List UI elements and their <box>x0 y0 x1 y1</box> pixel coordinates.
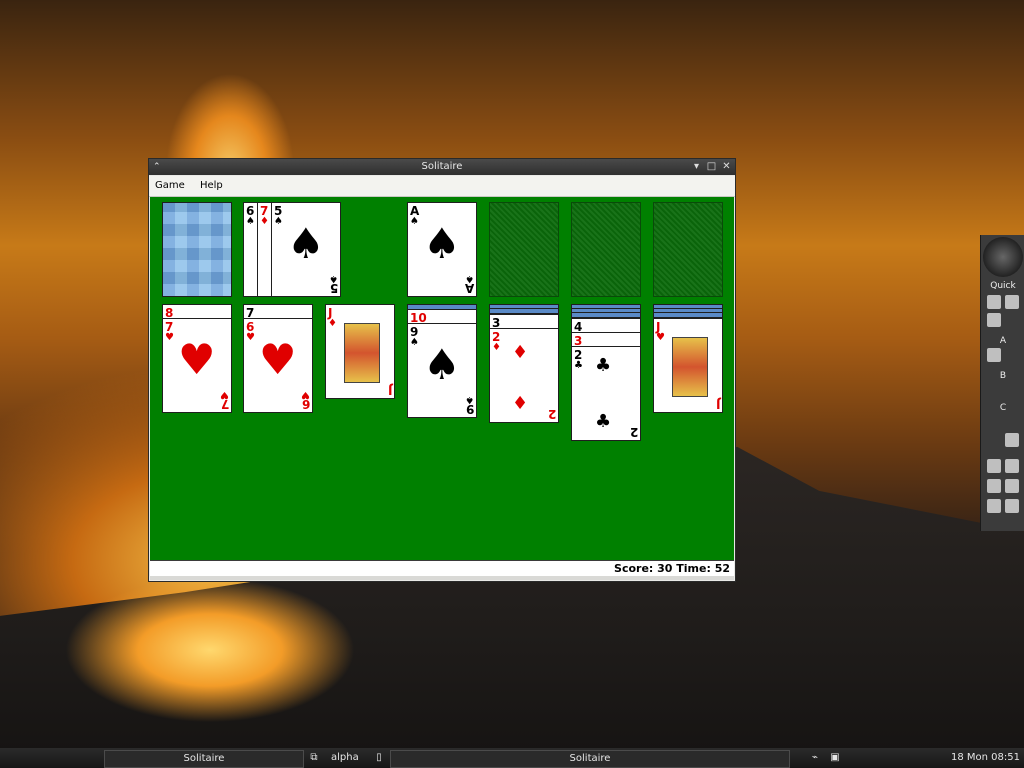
dock-label-b: B <box>999 371 1007 381</box>
solitaire-window: ⌃ Solitaire ▾ □ ✕ Game Help 6 ♠ 7 ♦ 5 ♠ … <box>148 158 736 582</box>
maximize-icon[interactable]: □ <box>705 160 718 173</box>
utility-icon-5[interactable] <box>987 499 1001 513</box>
score-time: Score: 30 Time: 52 <box>614 562 730 575</box>
utility-icon-6[interactable] <box>1005 499 1019 513</box>
utility-icon-3[interactable] <box>987 479 1001 493</box>
dock-label-a: A <box>999 336 1007 346</box>
taskbar-clock: 18 Mon 08:51 <box>951 752 1020 763</box>
tableau-6-card-3-pip-bottom: ♣ <box>595 411 612 432</box>
tableau-7-card-1[interactable]: J ♥ J <box>653 318 723 413</box>
tableau-5-card-2-suit: ♦ <box>492 342 501 353</box>
window-titlebar[interactable]: ⌃ Solitaire ▾ □ ✕ <box>149 159 735 175</box>
network-icon[interactable] <box>1005 433 1019 447</box>
menu-help[interactable]: Help <box>194 176 229 196</box>
waste-card-top-suit: ♠ <box>274 216 283 227</box>
tableau-6-card-3-pip-top: ♣ <box>595 355 612 376</box>
tableau-7-card-1-rank-corner: J <box>715 397 720 411</box>
taskbar: Solitaire ⧉ alpha ▯ Solitaire ⌁ ▣ 18 Mon… <box>0 748 1024 768</box>
waste-card-top-suit-corner: ♠ <box>329 273 338 284</box>
tableau-2-card-2[interactable]: 6 ♥ ♥ 6 ♥ <box>243 318 313 413</box>
tableau-1-card-2-suit-corner: ♥ <box>220 389 229 400</box>
taskbar-window-solitaire-left[interactable]: Solitaire <box>104 750 304 768</box>
foundation-1-suit-corner: ♠ <box>465 273 474 284</box>
close-icon[interactable]: ✕ <box>720 160 733 173</box>
jack-face-art <box>344 323 380 383</box>
waste-card-1-suit: ♠ <box>246 216 255 227</box>
workspace-name[interactable]: alpha <box>331 750 366 766</box>
foundation-1-symbol: ♠ <box>423 219 461 268</box>
tableau-4-card-2-suit-corner: ♠ <box>465 394 474 405</box>
dock-label-quick: Quick <box>990 281 1016 291</box>
tableau-6-card-3-suit: ♣ <box>574 360 583 371</box>
waste-card-top[interactable]: 5 ♠ ♠ 5 ♠ <box>271 202 341 297</box>
tableau-2-card-2-symbol: ♥ <box>259 335 297 384</box>
utility-icon-1[interactable] <box>987 459 1001 473</box>
tableau-6-card-3[interactable]: 2 ♣ ♣ ♣ 2 <box>571 346 641 441</box>
foundation-1-card[interactable]: A ♠ ♠ A ♠ <box>407 202 477 297</box>
taskbar-window-solitaire-center[interactable]: Solitaire <box>390 750 790 768</box>
foundation-1-suit: ♠ <box>410 216 419 227</box>
minimize-icon[interactable]: ▾ <box>690 160 703 173</box>
foundation-3-slot[interactable] <box>571 202 641 297</box>
tableau-5-card-2-pip-top: ♦ <box>512 342 529 363</box>
tray-display-icon[interactable]: ▣ <box>827 750 843 766</box>
statusbar: Score: 30 Time: 52 <box>150 560 734 576</box>
tableau-2-card-2-suit-corner: ♥ <box>301 389 310 400</box>
window-title: Solitaire <box>421 161 463 172</box>
window-bottom-edge <box>150 576 734 580</box>
media-icon[interactable] <box>987 313 1001 327</box>
background-fire <box>20 560 400 740</box>
tableau-2-card-2-suit: ♥ <box>246 332 255 343</box>
utility-icon-2[interactable] <box>1005 459 1019 473</box>
tableau-5-card-2[interactable]: 2 ♦ ♦ ♦ 2 <box>489 328 559 423</box>
foundation-2-slot[interactable] <box>489 202 559 297</box>
tableau-3-card-1-suit: ♦ <box>328 318 337 329</box>
tableau-3-card-1-rank-corner: J <box>387 383 392 397</box>
phone-icon[interactable]: ▯ <box>372 750 386 766</box>
tableau-5-card-2-rank-corner: 2 <box>547 407 556 421</box>
waste-card-top-symbol: ♠ <box>287 219 325 268</box>
jack-hearts-face-art <box>672 337 708 397</box>
tableau-4-card-2[interactable]: 9 ♠ ♠ 9 ♠ <box>407 323 477 418</box>
menubar: Game Help <box>149 176 735 197</box>
utility-icon-4[interactable] <box>1005 479 1019 493</box>
tableau-5-card-2-pip-bottom: ♦ <box>512 393 529 414</box>
files-icon[interactable] <box>1005 295 1019 309</box>
window-menu-icon[interactable]: ⌃ <box>153 159 161 175</box>
tableau-4-card-2-suit: ♠ <box>410 337 419 348</box>
right-dock: Quick A B C <box>980 235 1024 531</box>
stock-deck[interactable] <box>162 202 232 297</box>
browser-icon[interactable] <box>987 295 1001 309</box>
waste-card-2-suit: ♦ <box>260 216 269 227</box>
tableau-3-card-1[interactable]: J ♦ J <box>325 304 395 399</box>
menu-game[interactable]: Game <box>149 176 191 196</box>
tableau-1-card-2-symbol: ♥ <box>178 335 216 384</box>
tray-network-icon[interactable]: ⌁ <box>807 750 823 766</box>
solitaire-launcher-icon[interactable] <box>987 348 1001 362</box>
tableau-1-card-2-suit: ♥ <box>165 332 174 343</box>
foundation-4-slot[interactable] <box>653 202 723 297</box>
tableau-4-card-2-symbol: ♠ <box>423 340 461 389</box>
dock-label-c: C <box>999 403 1007 413</box>
tableau-1-card-2[interactable]: 7 ♥ ♥ 7 ♥ <box>162 318 232 413</box>
tableau-7-card-1-suit: ♥ <box>656 332 665 343</box>
game-felt: 6 ♠ 7 ♦ 5 ♠ ♠ 5 ♠ A ♠ ♠ A ♠ 8 7 ♥ ♥ 7 ♥ … <box>150 197 734 560</box>
clock-icon[interactable] <box>983 237 1023 277</box>
tableau-6-card-3-rank-corner: 2 <box>629 425 638 439</box>
workspace-icon[interactable]: ⧉ <box>307 750 321 766</box>
